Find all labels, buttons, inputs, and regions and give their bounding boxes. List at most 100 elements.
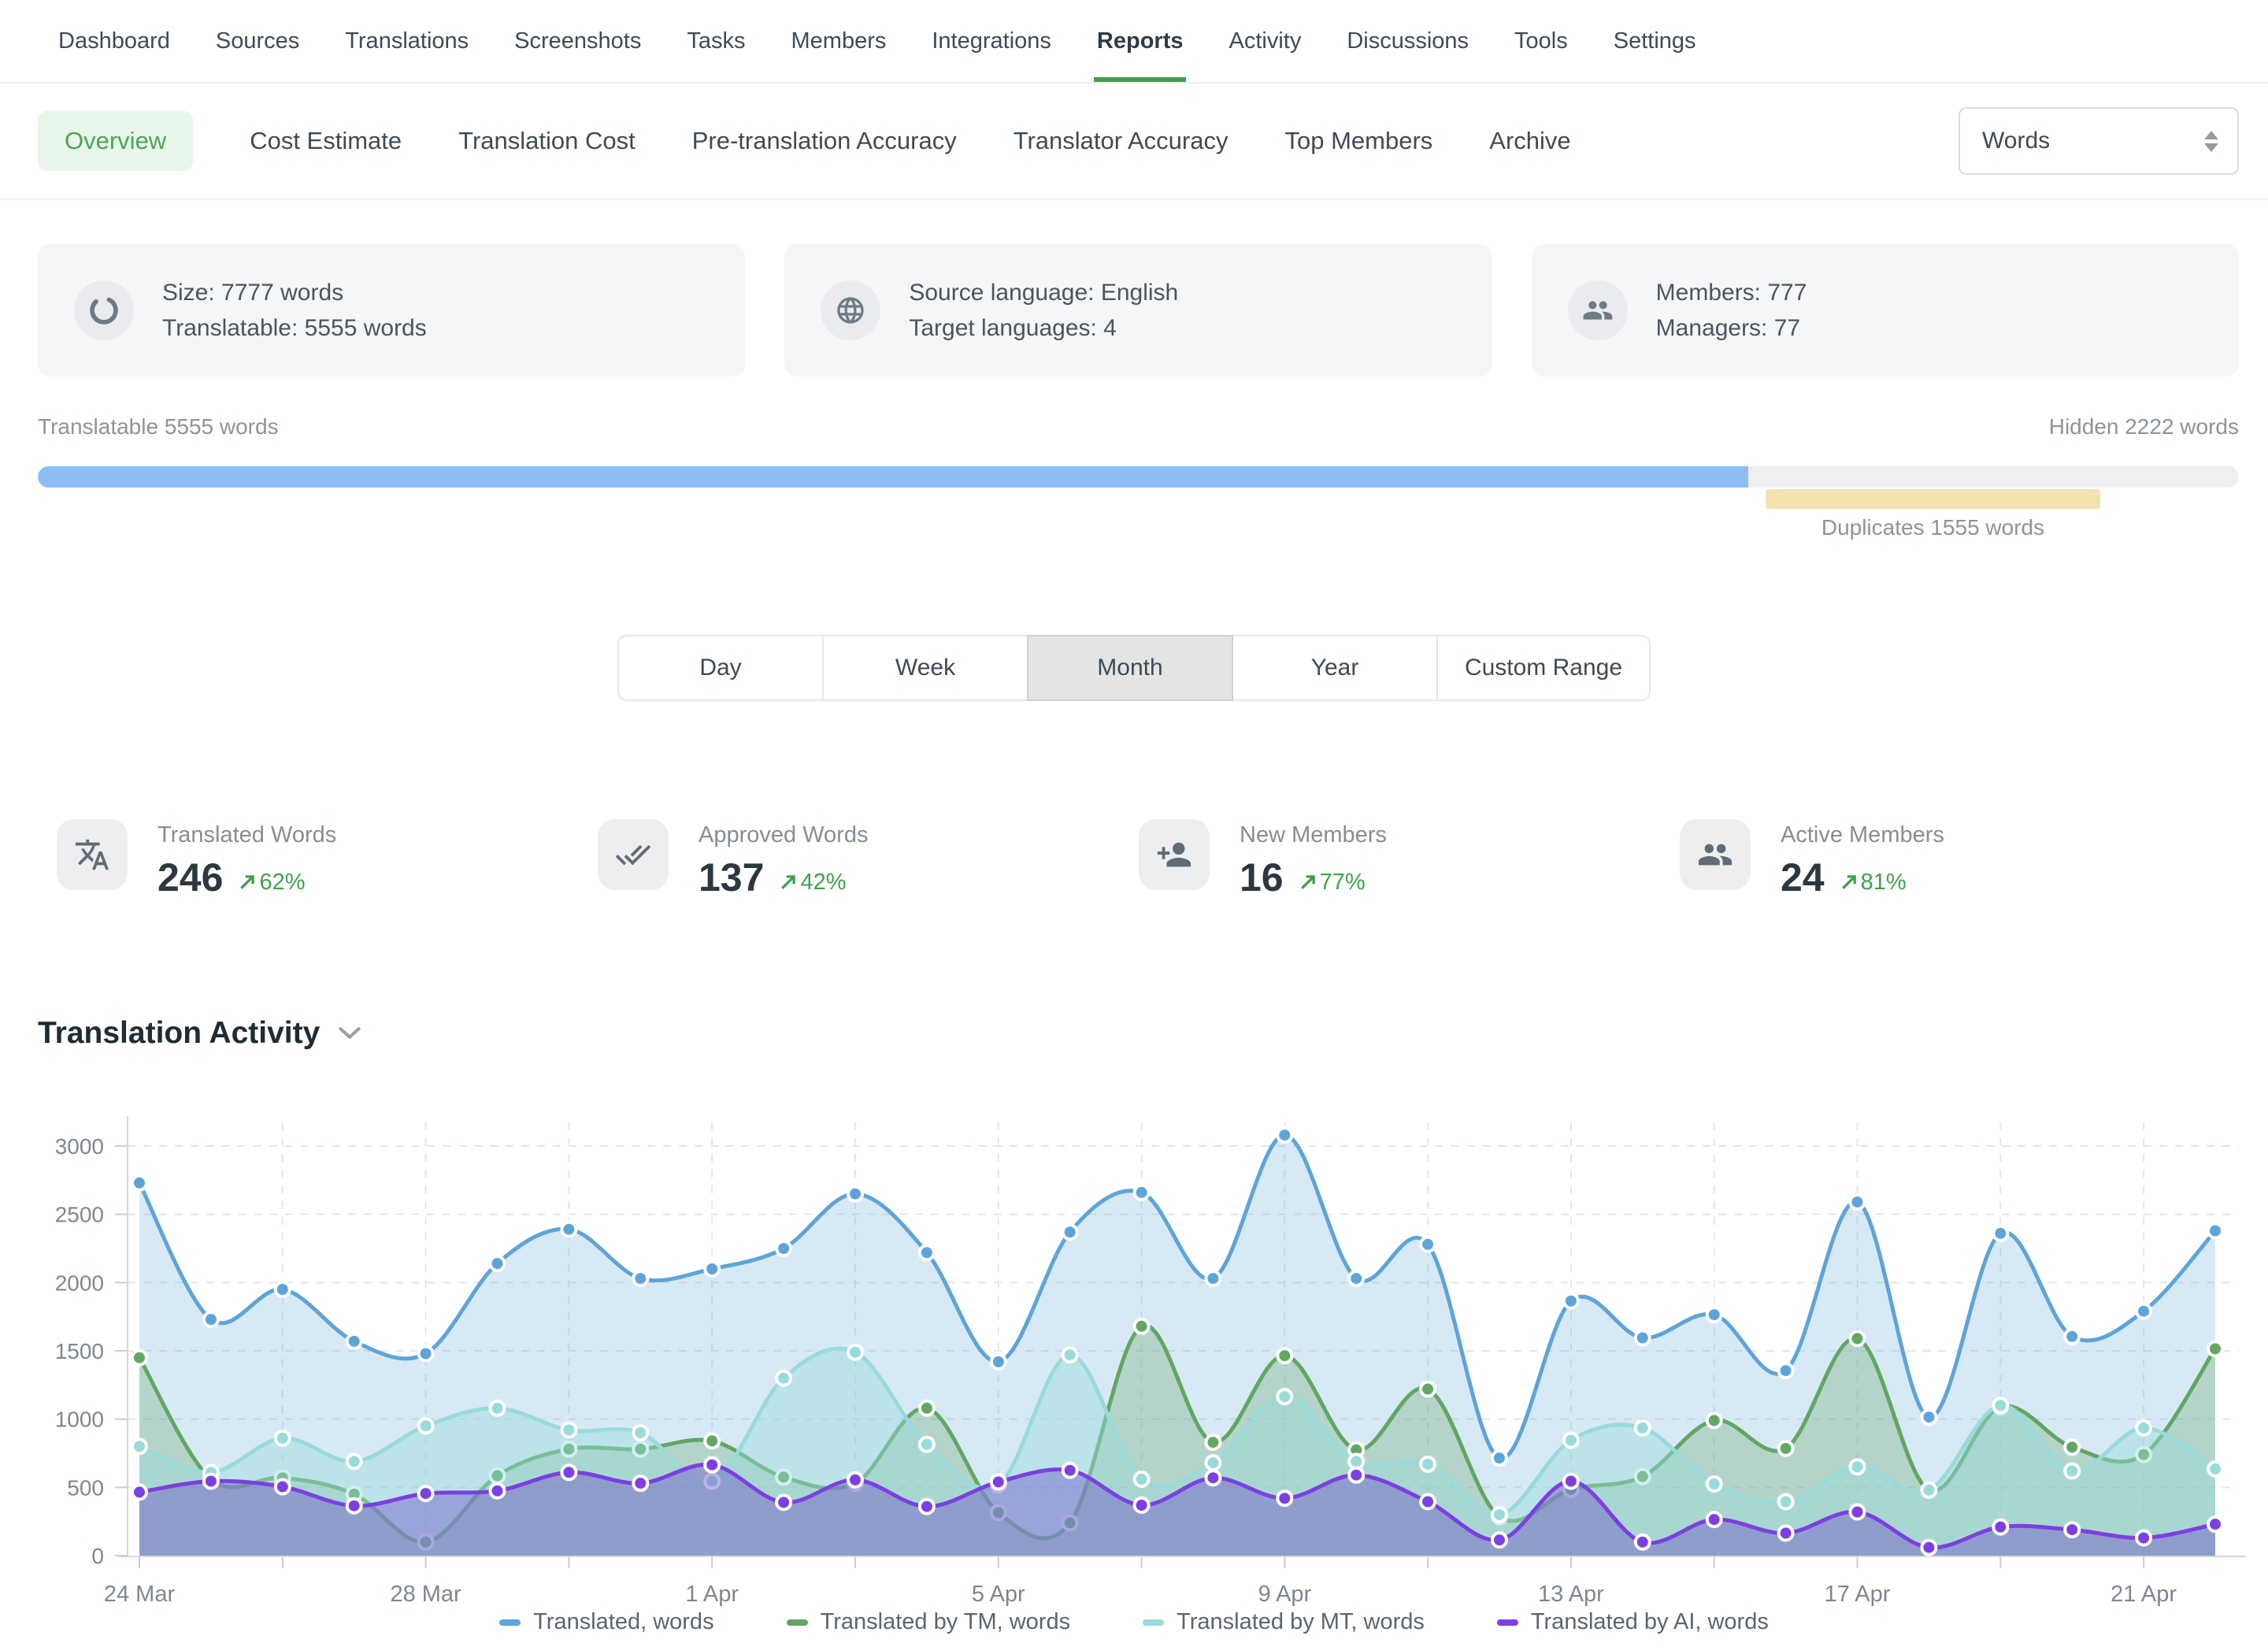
- nav-item-discussions[interactable]: Discussions: [1343, 0, 1472, 82]
- metric-label: Approved Words: [699, 822, 868, 848]
- translatable-label: Translatable 5555 words: [38, 414, 279, 440]
- members-icon: [1697, 836, 1733, 873]
- members-icon: [1582, 295, 1614, 326]
- metric-label: Translated Words: [158, 822, 336, 848]
- nav-item-tools[interactable]: Tools: [1511, 0, 1571, 82]
- metric-label: New Members: [1240, 822, 1387, 848]
- report-tabs: Overview Cost Estimate Translation Cost Pre…: [38, 111, 1571, 171]
- legend-item[interactable]: Translated, words: [499, 1609, 713, 1635]
- metric-delta: 62%: [239, 870, 305, 896]
- nav-item-label: Tools: [1514, 28, 1568, 54]
- card-line-1: Members: 777: [1656, 275, 1807, 310]
- translate-icon: [74, 836, 110, 873]
- svg-text:2500: 2500: [55, 1203, 104, 1227]
- card-icon-circle: [1568, 280, 1628, 340]
- card-icon-circle: [821, 280, 880, 340]
- metric-icon-box: [1139, 819, 1210, 890]
- metric-label: Active Members: [1781, 822, 1944, 848]
- report-tab-pre-translation-accuracy[interactable]: Pre-translation Accuracy: [692, 127, 957, 155]
- metric-delta: 42%: [780, 870, 846, 896]
- report-tab-cost-estimate[interactable]: Cost Estimate: [250, 127, 402, 155]
- report-tab-translator-accuracy[interactable]: Translator Accuracy: [1014, 127, 1228, 155]
- metric-card: Approved Words 137 42%: [598, 819, 1139, 900]
- legend-item[interactable]: Translated by TM, words: [787, 1609, 1071, 1635]
- card-line-2: Managers: 77: [1656, 310, 1807, 346]
- report-tab-top-members[interactable]: Top Members: [1284, 127, 1432, 155]
- metric-value: 24: [1781, 855, 1825, 900]
- summary-card: Size: 7777 words Translatable: 5555 word…: [38, 244, 745, 377]
- metric-card: New Members 16 77%: [1139, 819, 1680, 900]
- legend-label: Translated by AI, words: [1531, 1609, 1769, 1635]
- svg-text:24 Mar: 24 Mar: [104, 1582, 176, 1607]
- card-text: Source language: English Target language…: [909, 275, 1178, 346]
- legend-label: Translated by MT, words: [1177, 1609, 1425, 1635]
- main-nav: Dashboard Sources Translations Screenshots T…: [0, 0, 2268, 83]
- svg-text:13 Apr: 13 Apr: [1538, 1582, 1604, 1607]
- unit-select[interactable]: Words: [1959, 107, 2239, 175]
- metric-delta: 81%: [1840, 870, 1907, 896]
- nav-item-label: Settings: [1614, 28, 1696, 54]
- nav-item-label: Discussions: [1347, 28, 1469, 54]
- metric-icon-box: [1680, 819, 1751, 890]
- time-range-day[interactable]: Day: [617, 635, 824, 701]
- unit-select-value: Words: [1982, 128, 2050, 154]
- svg-text:21 Apr: 21 Apr: [2110, 1582, 2177, 1607]
- svg-text:500: 500: [67, 1475, 104, 1500]
- time-range-year[interactable]: Year: [1232, 635, 1438, 701]
- svg-text:1500: 1500: [55, 1339, 104, 1363]
- nav-item-sources[interactable]: Sources: [213, 0, 302, 82]
- report-tab-translation-cost[interactable]: Translation Cost: [458, 127, 636, 155]
- trend-up-icon: [780, 874, 797, 891]
- time-range-tabs: DayWeekMonthYearCustom Range: [617, 635, 1651, 701]
- legend-label: Translated by TM, words: [821, 1609, 1071, 1635]
- chevron-down-icon[interactable]: [339, 1026, 361, 1041]
- legend-label: Translated, words: [533, 1609, 713, 1635]
- metric-delta-text: 62%: [259, 870, 305, 896]
- nav-item-label: Screenshots: [514, 28, 641, 54]
- card-icon-circle: [74, 280, 134, 340]
- time-range-custom-range[interactable]: Custom Range: [1436, 635, 1651, 701]
- progress-track: [38, 466, 2239, 488]
- time-range-month[interactable]: Month: [1027, 635, 1233, 701]
- nav-item-label: Reports: [1097, 28, 1184, 54]
- nav-item-dashboard[interactable]: Dashboard: [55, 0, 173, 82]
- report-tabs-bar: Overview Cost Estimate Translation Cost Pre…: [0, 83, 2268, 200]
- donut-chart-icon: [88, 295, 120, 326]
- add-member-icon: [1156, 836, 1192, 873]
- nav-item-label: Tasks: [687, 28, 745, 54]
- metric-value: 246: [158, 855, 223, 900]
- legend-swatch-icon: [1143, 1619, 1164, 1626]
- nav-item-integrations[interactable]: Integrations: [928, 0, 1054, 82]
- legend-item[interactable]: Translated by MT, words: [1143, 1609, 1425, 1635]
- nav-item-settings[interactable]: Settings: [1610, 0, 1699, 82]
- metric-icon-box: [598, 819, 669, 890]
- svg-text:0: 0: [91, 1544, 104, 1568]
- nav-item-reports[interactable]: Reports: [1094, 0, 1187, 82]
- svg-text:17 Apr: 17 Apr: [1825, 1582, 1891, 1607]
- nav-item-members[interactable]: Members: [788, 0, 890, 82]
- metric-card: Active Members 24 81%: [1680, 819, 2221, 900]
- metric-delta: 77%: [1299, 870, 1366, 896]
- svg-text:2000: 2000: [55, 1270, 104, 1295]
- metric-value: 16: [1240, 855, 1284, 900]
- legend-swatch-icon: [787, 1619, 808, 1626]
- legend-item[interactable]: Translated by AI, words: [1497, 1609, 1769, 1635]
- nav-item-translations[interactable]: Translations: [342, 0, 472, 82]
- summary-card: Members: 777 Managers: 77: [1532, 244, 2239, 377]
- svg-text:28 Mar: 28 Mar: [390, 1582, 461, 1607]
- card-line-1: Size: 7777 words: [162, 275, 427, 310]
- metric-cards: Translated Words 246 62% Approved Words …: [57, 819, 2221, 900]
- chart-legend: Translated, words Translated by TM, word…: [0, 1609, 2268, 1635]
- nav-item-label: Dashboard: [58, 28, 170, 54]
- card-text: Members: 777 Managers: 77: [1656, 275, 1807, 346]
- report-tab-overview[interactable]: Overview: [38, 111, 193, 171]
- svg-text:1000: 1000: [55, 1408, 104, 1432]
- report-tab-archive[interactable]: Archive: [1489, 127, 1570, 155]
- activity-chart: 05001000150020002500300024 Mar28 Mar1 Ap…: [0, 1096, 2268, 1647]
- nav-item-tasks[interactable]: Tasks: [684, 0, 748, 82]
- time-range-week[interactable]: Week: [822, 635, 1028, 701]
- nav-item-label: Integrations: [932, 28, 1051, 54]
- nav-item-activity[interactable]: Activity: [1225, 0, 1304, 82]
- nav-item-screenshots[interactable]: Screenshots: [511, 0, 644, 82]
- card-line-1: Source language: English: [909, 275, 1178, 310]
